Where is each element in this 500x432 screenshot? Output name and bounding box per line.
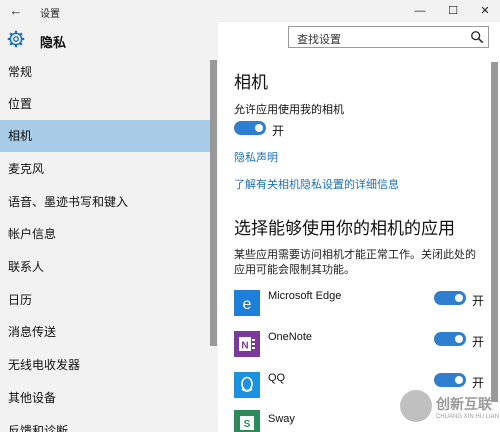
watermark-circle-icon (400, 390, 432, 422)
sidebar-item-location[interactable]: 位置 (0, 88, 210, 120)
sidebar-item-feedback[interactable]: 反馈和诊断 (0, 415, 210, 432)
sidebar-item-account-info[interactable]: 帐户信息 (0, 218, 210, 250)
sidebar-item-messaging[interactable]: 消息传送 (0, 316, 210, 348)
sidebar-header: 隐私 (0, 22, 218, 56)
gear-icon (7, 30, 25, 48)
app-name-qq: QQ (268, 372, 286, 384)
app-name-sway: Sway (268, 413, 295, 425)
page-title: 相机 (234, 73, 268, 92)
allow-camera-state: 开 (272, 124, 285, 138)
watermark-text: 创新互联 (436, 396, 492, 412)
sidebar-item-other-devices[interactable]: 其他设备 (0, 382, 210, 414)
sidebar-item-microphone[interactable]: 麦克风 (0, 153, 210, 185)
search-input[interactable]: 查找设置 (288, 26, 489, 48)
sidebar: 隐私 常规 位置 相机 麦克风 语音、墨迹书写和键入 帐户信息 联系人 日历 消… (0, 22, 218, 432)
sidebar-item-radios[interactable]: 无线电收发器 (0, 349, 210, 381)
sidebar-item-contacts[interactable]: 联系人 (0, 251, 210, 283)
sidebar-item-calendar[interactable]: 日历 (0, 284, 210, 316)
close-button[interactable]: ✕ (470, 0, 500, 22)
svg-text:e: e (243, 296, 252, 313)
sidebar-title: 隐私 (40, 35, 67, 50)
content-scrollbar[interactable] (491, 62, 498, 402)
allow-camera-label: 允许应用使用我的相机 (234, 104, 344, 116)
sidebar-item-speech-inking[interactable]: 语音、墨迹书写和键入 (0, 186, 210, 218)
onenote-icon: N (234, 331, 260, 357)
watermark-logo: 创新互联 CHUANG XIN HU LIAN (398, 388, 500, 432)
edge-icon: e (234, 290, 260, 316)
window-title: 设置 (40, 9, 60, 20)
sidebar-item-general[interactable]: 常规 (0, 56, 210, 88)
section-title: 选择能够使用你的相机的应用 (234, 219, 455, 238)
privacy-statement-link[interactable]: 隐私声明 (234, 149, 278, 165)
app-name-edge: Microsoft Edge (268, 290, 342, 302)
svg-text:S: S (244, 419, 251, 430)
section-description: 某些应用需要访问相机才能正常工作。关闭此处的应用可能会限制其功能。 (234, 249, 476, 276)
search-placeholder: 查找设置 (297, 34, 341, 46)
main-content: 查找设置 相机 允许应用使用我的相机 开 隐私声明 了解有关相机隐私设置的详细信… (218, 22, 500, 432)
back-arrow-icon[interactable]: ← (8, 3, 24, 19)
sway-icon: S (234, 410, 260, 432)
watermark-subtext: CHUANG XIN HU LIAN (436, 414, 500, 420)
minimize-button[interactable]: — (405, 0, 435, 22)
onenote-toggle-state: 开 (472, 335, 485, 349)
edge-camera-toggle[interactable] (434, 291, 466, 305)
sidebar-item-camera[interactable]: 相机 (0, 120, 210, 152)
app-name-onenote: OneNote (268, 331, 313, 343)
svg-text:N: N (241, 341, 248, 352)
search-icon[interactable] (470, 30, 484, 44)
maximize-button[interactable]: ☐ (438, 0, 468, 22)
edge-toggle-state: 开 (472, 294, 485, 308)
learn-more-link[interactable]: 了解有关相机隐私设置的详细信息 (234, 176, 399, 192)
title-bar: ← 设置 — ☐ ✕ (0, 0, 500, 22)
qq-icon (234, 372, 260, 398)
allow-camera-toggle[interactable] (234, 121, 266, 135)
qq-camera-toggle[interactable] (434, 373, 466, 387)
sidebar-scrollbar[interactable] (210, 60, 217, 346)
onenote-camera-toggle[interactable] (434, 332, 466, 346)
